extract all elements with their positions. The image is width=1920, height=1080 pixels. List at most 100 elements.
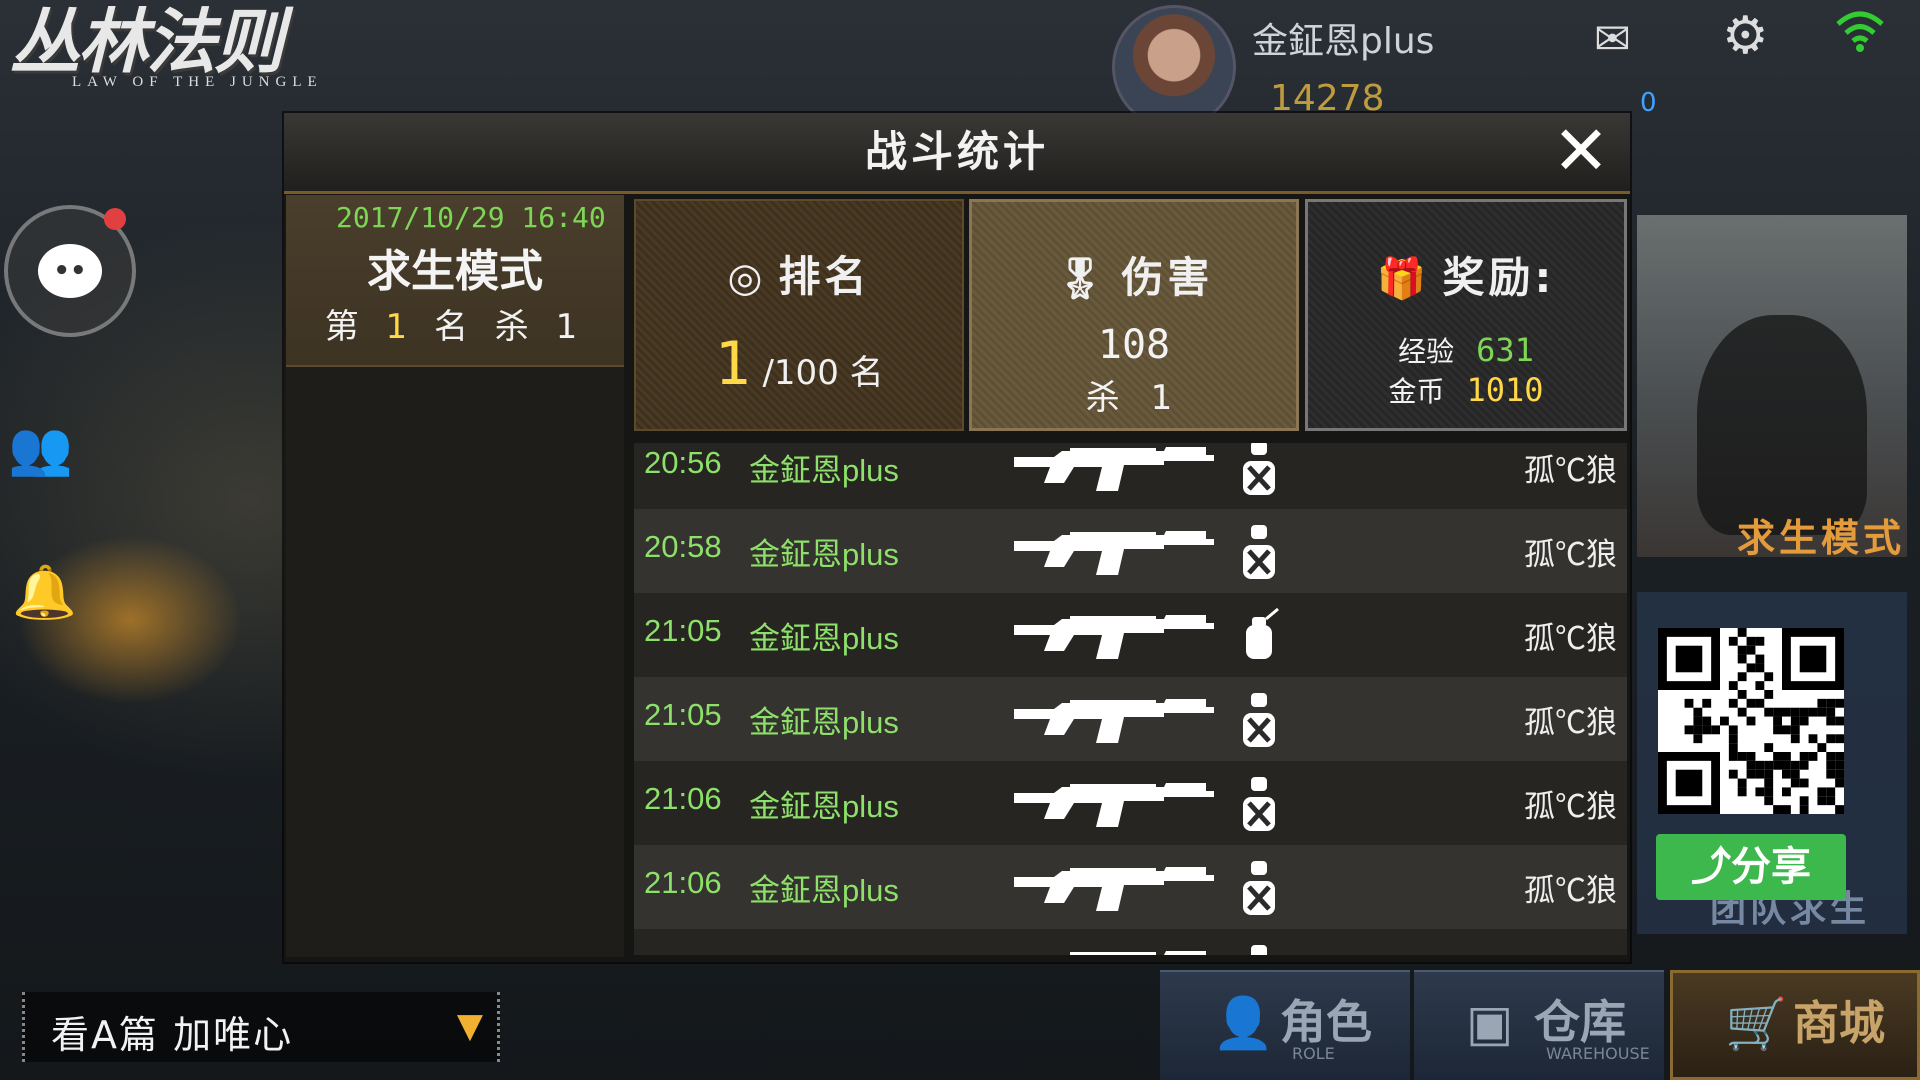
nav-role-button[interactable]: 👤 角色 ROLE — [1160, 970, 1410, 1080]
kill-feed-row: 21:05 金鉦恩plus 孤℃狼 — [634, 593, 1627, 677]
share-label: 分享 — [1731, 844, 1811, 890]
rank-number: 1 — [714, 329, 751, 399]
victim-name: 孤℃狼 — [1524, 789, 1617, 824]
kill-feed-row: 21:06 金鉦恩plus 孤℃狼 — [634, 845, 1627, 929]
knockdown-icon — [1243, 443, 1275, 495]
logo-chinese: 丛林法则 — [10, 0, 284, 83]
bell-icon[interactable]: 🔔 — [12, 562, 77, 623]
chat-bubble-icon: •• — [38, 244, 102, 298]
rifle-icon — [1014, 447, 1214, 491]
victim-name: 孤℃狼 — [1524, 453, 1617, 488]
damage-card: 🎖 伤害 108 杀 1 — [969, 199, 1299, 431]
killer-name: 金鉦恩plus — [749, 621, 899, 656]
gear-icon[interactable]: ⚙ — [1722, 6, 1769, 66]
rank-prefix: 第 — [324, 307, 367, 347]
survival-mode-label: 求生模式 — [1737, 516, 1906, 560]
session-list[interactable] — [286, 367, 624, 957]
kill-icon — [1246, 607, 1279, 659]
kill-feed[interactable]: 20:56 金鉦恩plus 孤℃狼 20:58 金鉦恩plus 孤℃狼 21:05 金鉦恩pl… — [634, 443, 1627, 955]
killer-name: 金鉦恩plus — [749, 537, 899, 572]
victim-name: 孤℃狼 — [1524, 621, 1617, 656]
chevron-down-icon[interactable]: ▼ — [457, 1006, 483, 1046]
victim-name: 孤℃狼 — [1524, 705, 1617, 740]
rank-mid: 名 杀 — [434, 307, 537, 347]
medal-icon: 🎖 — [1054, 256, 1110, 302]
soldier-silhouette — [1697, 315, 1867, 535]
rifle-icon — [1014, 867, 1214, 911]
reward-card: 🎁 奖励: 经验 631 金币 1010 — [1305, 199, 1627, 431]
exp-value: 631 — [1476, 331, 1534, 369]
kill-feed-row: 21:06 金鉦恩plus 孤℃狼 — [634, 761, 1627, 845]
killer-name: 金鉦恩plus — [749, 789, 899, 824]
battle-stats-panel: 战斗统计 ✕ 2017/10/29 16:40 求生模式 第 1 名 杀 1 ◎… — [284, 113, 1630, 962]
kill-feed-row — [634, 929, 1627, 955]
gold-value: 1010 — [1466, 371, 1544, 409]
knockdown-icon — [1251, 945, 1267, 955]
rifle-icon — [1014, 783, 1214, 827]
wifi-icon — [1834, 8, 1886, 65]
friends-icon[interactable]: 👥 — [8, 418, 73, 479]
gift-icon: 🎁 — [1376, 256, 1431, 302]
nav-shop-label: 商城 — [1793, 996, 1885, 1050]
rifle-icon — [1014, 615, 1214, 659]
cart-icon: 🛒 — [1725, 995, 1788, 1053]
kill-feed-row: 20:56 金鉦恩plus 孤℃狼 — [634, 443, 1627, 509]
username: 金鉦恩plus — [1252, 21, 1435, 62]
chat-message: 看A篇 加唯心 — [51, 1013, 294, 1057]
session-mode: 求生模式 — [367, 246, 543, 297]
role-icon: 👤 — [1212, 994, 1275, 1052]
rank-title-text: 排名 — [778, 252, 871, 301]
killer-name: 金鉦恩plus — [749, 453, 899, 488]
reward-title: 🎁 奖励: — [1308, 244, 1624, 305]
damage-title-text: 伤害 — [1121, 253, 1214, 302]
survival-mode-banner[interactable] — [1637, 215, 1907, 557]
logo-english: LAW OF THE JUNGLE — [72, 74, 323, 90]
reward-gold: 金币 1010 — [1308, 370, 1624, 410]
kill-time: 21:05 — [644, 613, 722, 648]
killer-name: 金鉦恩plus — [749, 873, 899, 908]
damage-title: 🎖 伤害 — [972, 244, 1296, 305]
nav-role-sub: ROLE — [1292, 1044, 1335, 1063]
kill-time: 20:56 — [644, 445, 722, 480]
exp-label: 经验 — [1398, 335, 1455, 368]
diamond-count: 0 — [1640, 88, 1657, 118]
knockdown-icon — [1243, 777, 1275, 831]
qr-code — [1658, 628, 1844, 814]
mail-icon[interactable]: ✉ — [1594, 14, 1631, 65]
session-rank: 1 — [385, 307, 416, 347]
damage-kills: 杀 1 — [1085, 378, 1183, 418]
nav-warehouse-sub: WAREHOUSE — [1546, 1044, 1650, 1063]
reward-exp: 经验 631 — [1308, 330, 1624, 370]
notification-dot — [104, 208, 126, 230]
rifle-icon — [1014, 531, 1214, 575]
game-logo: 丛林法则 LAW OF THE JUNGLE — [10, 2, 350, 97]
session-card[interactable]: 2017/10/29 16:40 求生模式 第 1 名 杀 1 — [286, 195, 624, 367]
rank-card: ◎ 排名 1/100 名 — [634, 199, 964, 431]
rank-title: ◎ 排名 — [636, 243, 962, 304]
close-icon[interactable]: ✕ — [1546, 117, 1616, 187]
panel-title-text: 战斗统计 — [864, 127, 1049, 176]
session-kills: 1 — [555, 307, 586, 347]
kill-feed-row: 20:58 金鉦恩plus 孤℃狼 — [634, 509, 1627, 593]
knockdown-icon — [1243, 861, 1275, 915]
knockdown-icon — [1243, 693, 1275, 747]
nav-shop-button[interactable]: 🛒 商城 — [1670, 970, 1920, 1080]
share-icon: ⤴ — [1691, 844, 1731, 890]
avatar[interactable] — [1112, 5, 1236, 129]
chat-bar[interactable]: 看A篇 加唯心 ▼ — [22, 992, 500, 1062]
rank-value: 1/100 名 — [636, 329, 962, 399]
session-summary: 第 1 名 杀 1 — [286, 299, 624, 348]
kill-feed-row: 21:05 金鉦恩plus 孤℃狼 — [634, 677, 1627, 761]
share-button[interactable]: ⤴分享 — [1656, 834, 1846, 900]
damage-value: 108 — [1097, 322, 1171, 368]
session-datetime: 2017/10/29 16:40 — [336, 201, 606, 234]
kill-time: 21:06 — [644, 781, 722, 816]
rifle-icon — [1014, 699, 1214, 743]
rifle-icon — [1062, 951, 1206, 955]
kill-time: 21:06 — [644, 865, 722, 900]
gold-label: 金币 — [1388, 375, 1445, 408]
kill-time: 21:05 — [644, 697, 722, 732]
nav-warehouse-label: 仓库 — [1534, 995, 1626, 1049]
nav-warehouse-button[interactable]: ▣ 仓库 WAREHOUSE — [1414, 970, 1664, 1080]
victim-name: 孤℃狼 — [1524, 537, 1617, 572]
